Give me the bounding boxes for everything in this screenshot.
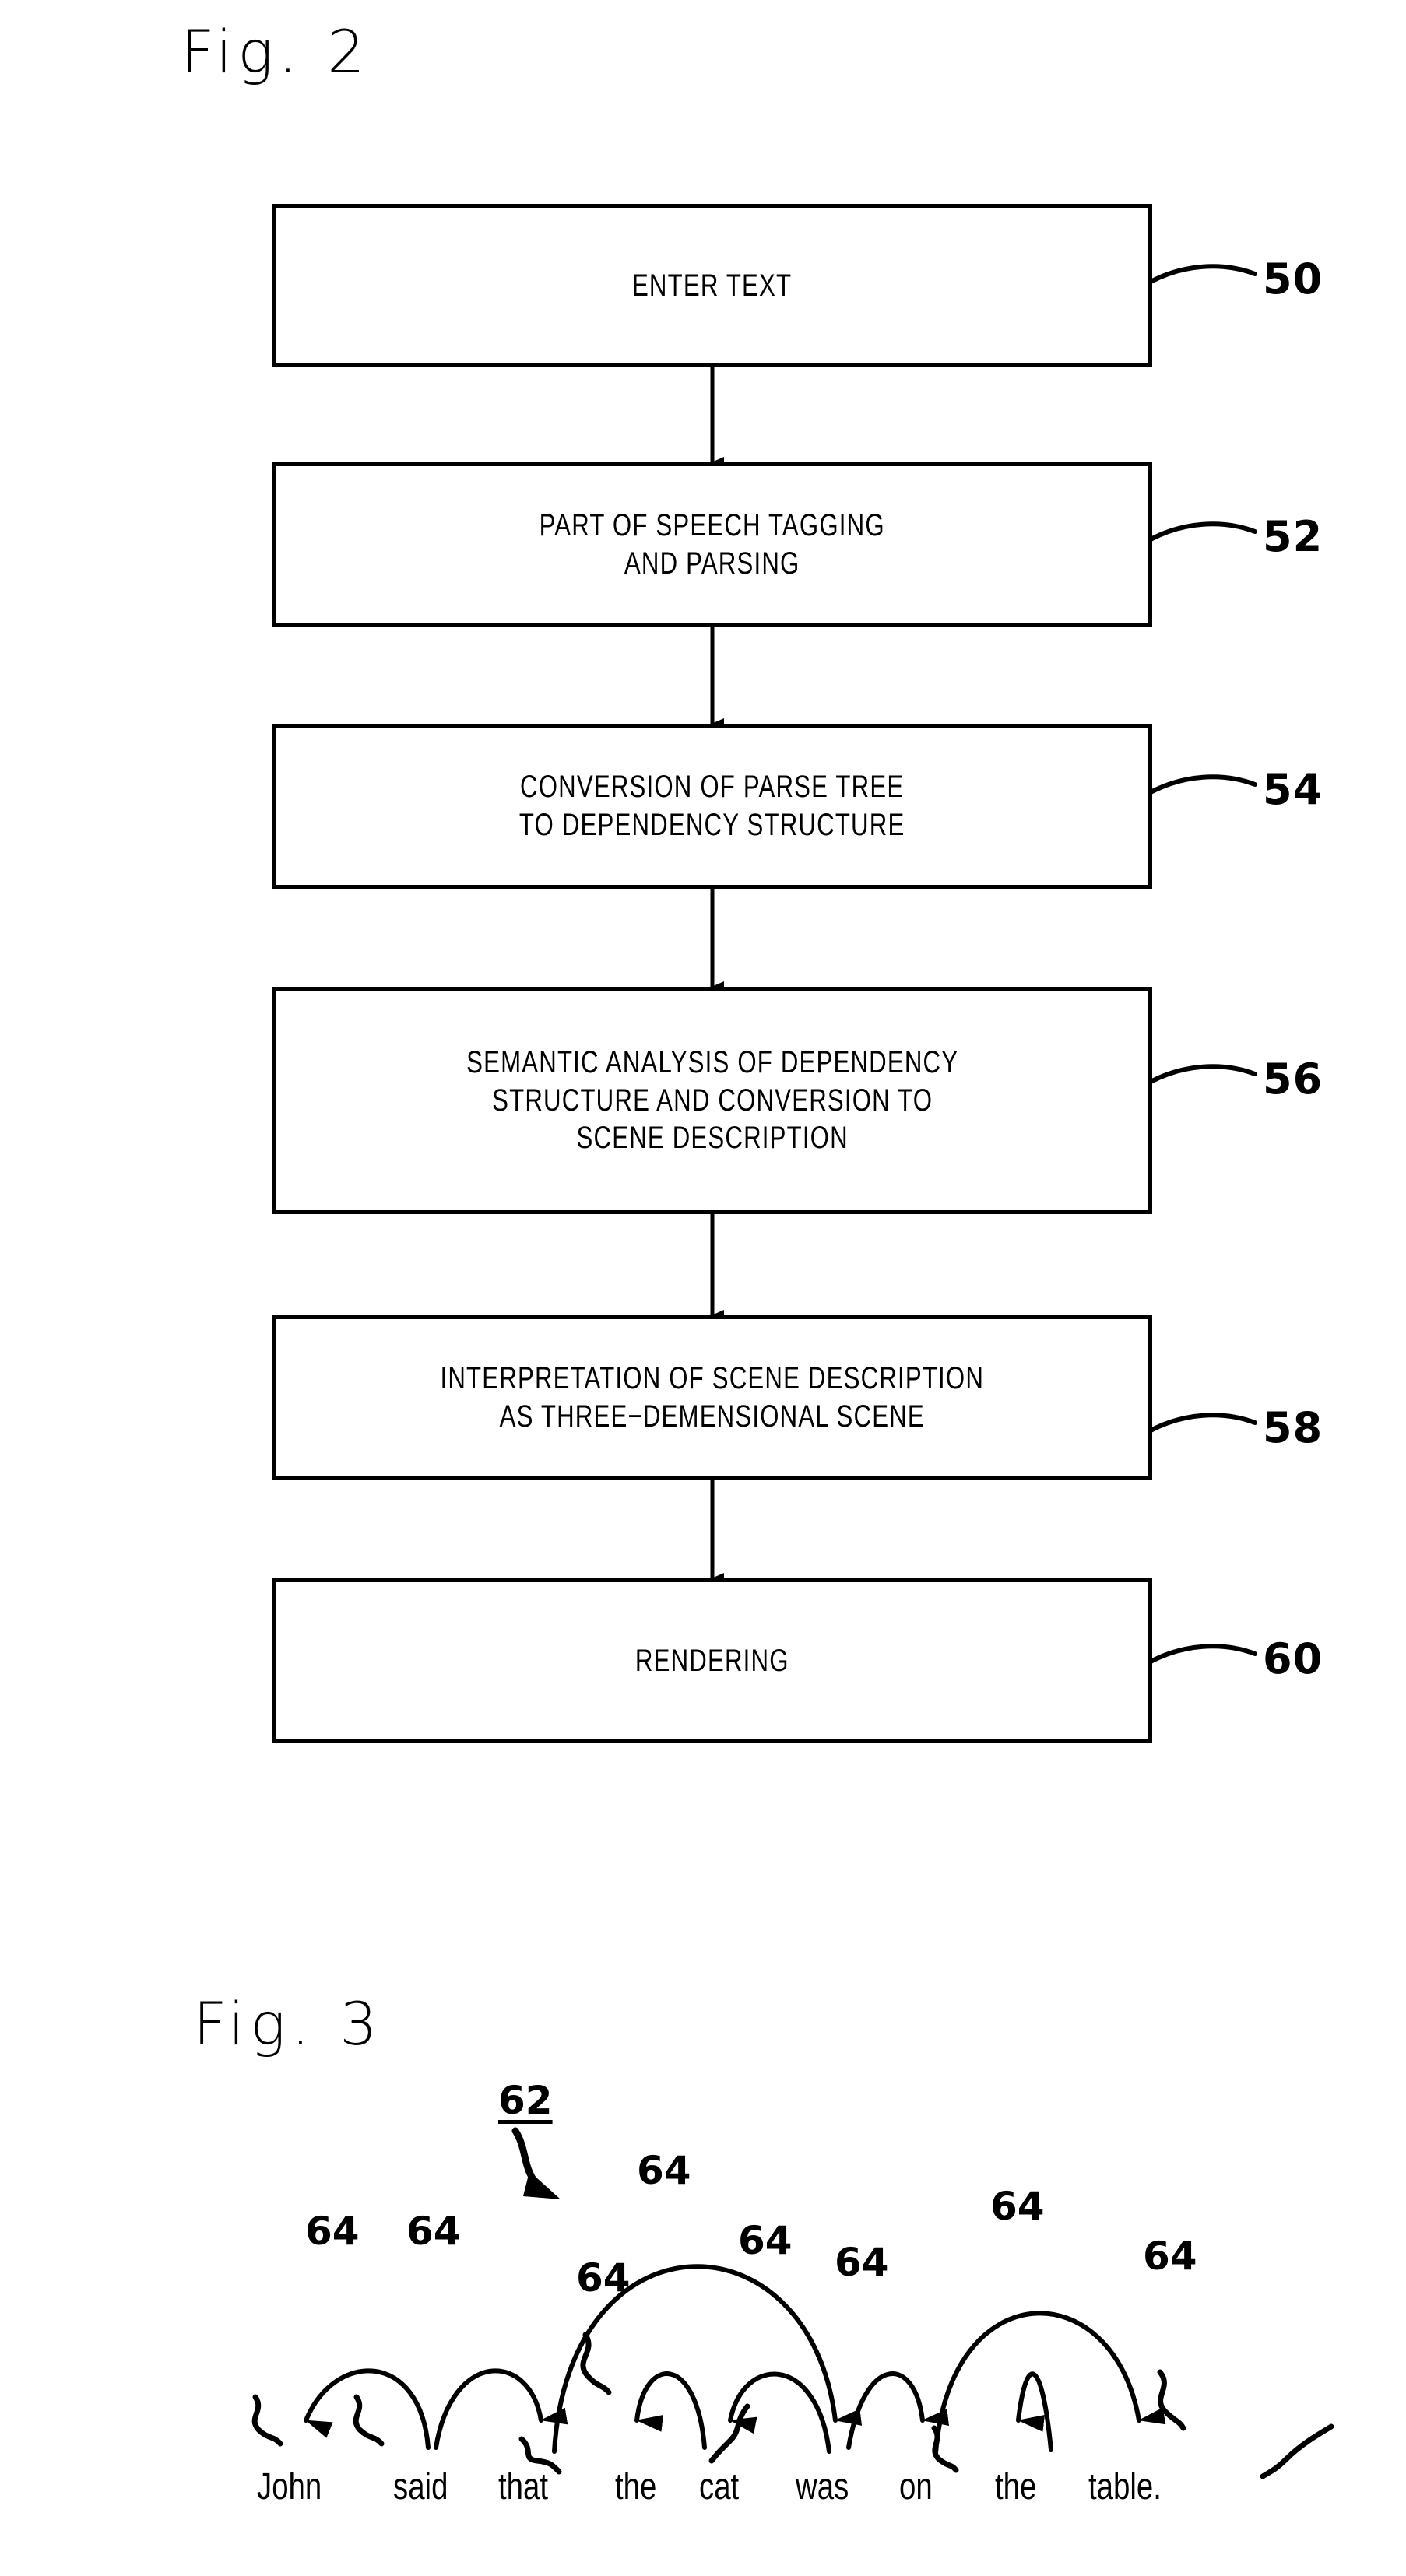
structure-pointer-arrow (511, 2127, 561, 2199)
sentence-word-cat: cat (699, 2466, 740, 2508)
flow-step-box-4: SEMANTIC ANALYSIS OF DEPENDENCY STRUCTUR… (272, 987, 1152, 1214)
flow-step-text: SEMANTIC ANALYSIS OF DEPENDENCY STRUCTUR… (466, 1044, 959, 1156)
reference-numeral-52: 52 (1263, 512, 1323, 561)
reference-numeral-56: 56 (1263, 1055, 1323, 1104)
dep-arc-was-on (846, 2371, 950, 2450)
dep-arc-said-that (434, 2368, 568, 2450)
flow-step-text: PART OF SPEECH TAGGING AND PARSING (539, 508, 886, 581)
figure-3-title: Fig. 3 (193, 1989, 383, 2058)
reference-numeral-60: 60 (1263, 1634, 1323, 1683)
flow-step-text: ENTER TEXT (632, 268, 793, 303)
reference-numeral-50: 50 (1263, 254, 1323, 304)
dep-arc-table-the (1016, 2371, 1053, 2452)
arc-reference-64-8: 64 (1143, 2234, 1197, 2279)
sentence-word-table: table. (1088, 2466, 1162, 2508)
sentence-word-on: on (899, 2466, 933, 2508)
reference-numeral-58: 58 (1263, 1403, 1323, 1452)
sentence-word-said: said (393, 2466, 448, 2508)
flow-step-box-3: CONVERSION OF PARSE TREE TO DEPENDENCY S… (272, 724, 1152, 889)
flow-step-text: INTERPRETATION OF SCENE DESCRIPTION AS T… (440, 1361, 985, 1434)
patent-figure-sheet: Fig. 2 ENTER TEXT 50 PART OF SPEECH TAGG… (0, 0, 1406, 2568)
arc-reference-64-1: 64 (305, 2209, 360, 2254)
sentence-word-the-1: the (615, 2466, 657, 2508)
flow-step-box-2: PART OF SPEECH TAGGING AND PARSING (272, 462, 1152, 627)
sentence-word-that: that (498, 2466, 549, 2508)
sentence-word-was: was (796, 2466, 849, 2508)
arc-reference-64-7: 64 (990, 2184, 1045, 2229)
flow-step-box-1: ENTER TEXT (272, 204, 1152, 367)
arc-reference-64-4: 64 (576, 2255, 631, 2301)
arc-reference-64-2: 64 (406, 2209, 461, 2254)
arc-reference-64-5: 64 (738, 2218, 793, 2263)
flow-step-text: RENDERING (635, 1643, 789, 1678)
flow-step-text: CONVERSION OF PARSE TREE TO DEPENDENCY S… (519, 770, 905, 842)
arc-reference-64-6: 64 (835, 2240, 889, 2285)
reference-numeral-54: 54 (1263, 765, 1323, 814)
sentence-word-john: John (257, 2466, 322, 2508)
flow-step-box-5: INTERPRETATION OF SCENE DESCRIPTION AS T… (272, 1315, 1152, 1480)
flow-step-box-6: RENDERING (272, 1578, 1152, 1743)
arc-reference-64-3: 64 (637, 2148, 691, 2193)
dep-arc-cat-the (634, 2371, 707, 2450)
sentence-word-the-2: the (995, 2466, 1037, 2508)
